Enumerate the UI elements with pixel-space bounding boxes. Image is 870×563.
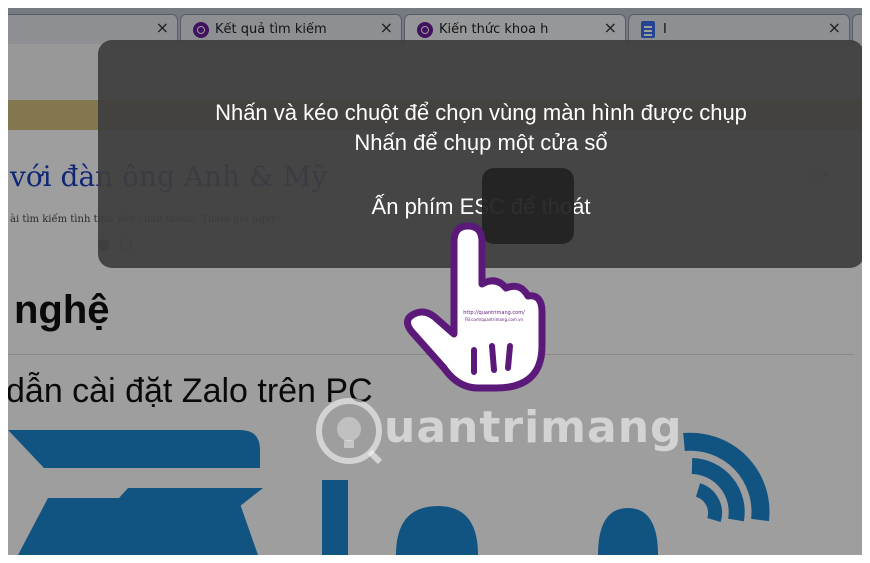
hand-cursor-icon: http://quantrimang.com/ FB.com/quantrima…	[404, 222, 546, 392]
instruction-drag-select: Nhấn và kéo chuột để chọn vùng màn hình …	[215, 100, 747, 125]
browser-window: × Kết quả tìm kiếm × Kiến thức khoa h × …	[8, 8, 862, 555]
lightbulb-icon	[316, 398, 383, 465]
instruction-capture-window: Nhấn để chụp một cửa sổ	[354, 130, 608, 155]
watermark-text: uantrimang	[384, 402, 683, 453]
cursor-caption-2: FB.com/quantrimang.com.vn	[465, 317, 523, 322]
cursor-caption-1: http://quantrimang.com/	[463, 310, 525, 316]
watermark: uantrimang	[314, 392, 682, 482]
instruction-esc-exit: Ấn phím ESC để thoát	[371, 194, 591, 219]
